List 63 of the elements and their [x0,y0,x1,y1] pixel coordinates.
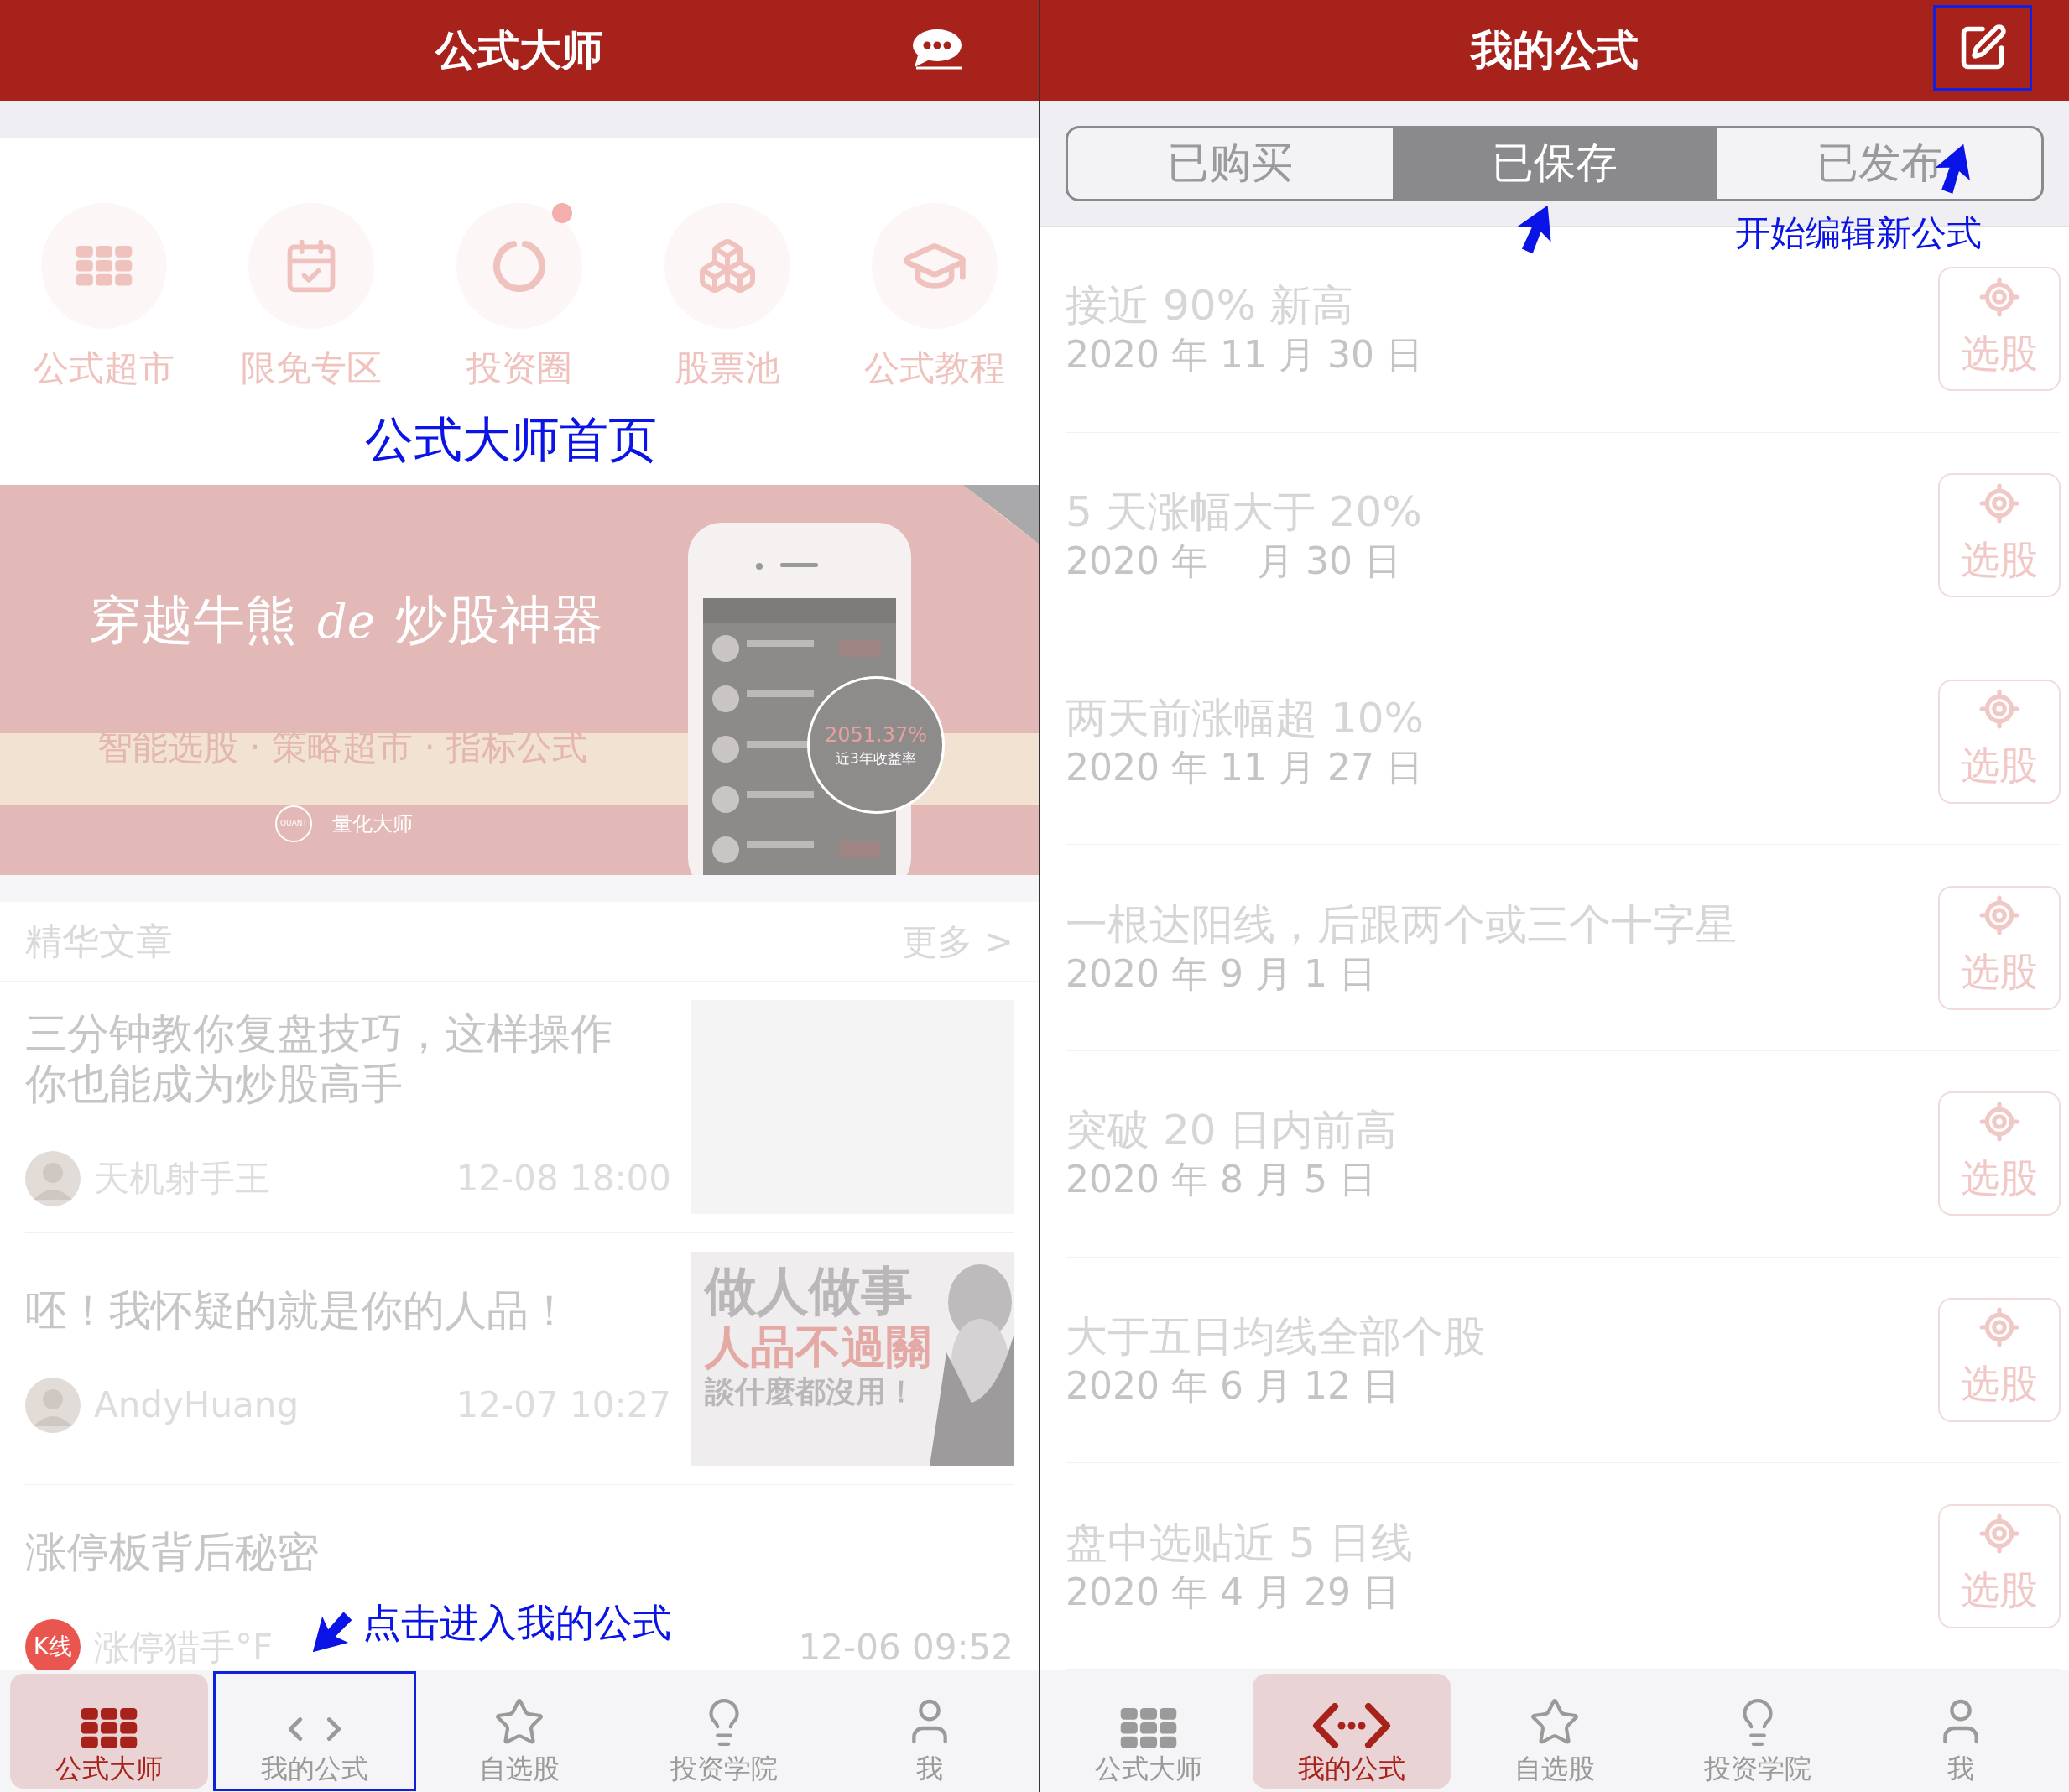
segment-tab[interactable]: 已保存 [1392,128,1717,199]
tab-bar-item[interactable]: 投资学院 [1659,1674,1857,1789]
annotation-caption: 开始编辑新公式 [1735,211,1982,255]
crosshair-icon [1978,1513,2020,1555]
formula-date: 2020 年 6 月 12 日 [1066,1367,1400,1404]
brand-name: 量化大师 [332,811,413,837]
select-stocks-button[interactable]: 选股 [1938,267,2061,392]
select-stocks-button[interactable]: 选股 [1938,1297,2061,1422]
shortcut-button[interactable]: 公式超市 [0,203,208,386]
crosshair-icon [1978,894,2020,936]
formula-date: 2020 年 8 月 5 日 [1066,1161,1377,1199]
select-stocks-button[interactable]: 选股 [1938,679,2061,804]
edit-button[interactable] [1933,5,2032,91]
shortcut-button[interactable]: 投资圈 [415,203,623,386]
crosshair-icon [1978,482,2020,524]
shortcut-button[interactable]: 限免专区 [207,203,416,386]
formula-date: 2020 年 11 月 27 日 [1066,748,1424,786]
tab-bar-item[interactable]: 投资学院 [625,1674,824,1789]
formula-date: 2020 年 9 月 1 日 [1066,955,1377,992]
article-title: 呸！我怀疑的就是你的人品！ [25,1284,571,1336]
crosshair-icon [1978,275,2020,318]
crosshair-icon [1978,1100,2020,1143]
crosshair-icon [1978,1306,2020,1349]
grid-icon [1118,1708,1179,1748]
formula-date: 2020 年 11 月 30 日 [1066,336,1424,374]
crosshair-icon [1978,688,2020,731]
header-title: 公式大师 [435,24,603,76]
tab-bar-item[interactable]: 我 [830,1674,1029,1789]
shortcut-button[interactable]: 公式教程 [831,203,1039,386]
segment-tab[interactable]: 已购买 [1068,128,1393,199]
banner-headline: 炒股神器 [395,594,603,646]
avatar-badge: K线 [25,1619,81,1670]
code-brackets-icon [1311,1703,1392,1748]
annotation-caption: 公式大师首页 [365,409,657,470]
select-stocks-button[interactable]: 选股 [1938,1091,2061,1216]
annotation-caption: 点击进入我的公式 [362,1599,671,1647]
banner-headline: 穿越牛熊 [89,594,297,646]
article-title: 涨停板背后秘密 [25,1527,320,1577]
tab-bar-item[interactable]: 公式大师 [1050,1674,1248,1789]
tab-bar-item[interactable]: 我 [1862,1674,2060,1789]
formula-date: 2020 年 月 30 日 [1066,543,1402,581]
select-stocks-button[interactable]: 选股 [1938,473,2061,598]
formula-date: 2020 年 4 月 29 日 [1066,1573,1400,1611]
tab-bar-item[interactable]: 自选股 [420,1674,618,1789]
stat-label: 近3年收益率 [836,751,916,766]
tab-bar-item[interactable]: 我的公式 [215,1674,414,1789]
shortcut-button[interactable]: 股票池 [623,203,831,386]
avatar [25,1150,81,1206]
segment-tab[interactable]: 已发布 [1717,128,2041,199]
ring-icon [492,238,547,294]
select-stocks-button[interactable]: 选股 [1938,1503,2061,1628]
banner-headline: de [317,598,375,645]
tab-bar-item[interactable]: 我的公式 [1253,1674,1451,1789]
thumbnail-text: 人品不過關 [705,1324,931,1369]
select-stocks-button[interactable]: 选股 [1938,885,2061,1010]
chat-bubble-icon[interactable] [911,29,963,70]
article-title: 三分钟教你复盘技巧，这样操作你也能成为炒股高手 [25,1008,613,1109]
tab-bar-item[interactable]: 公式大师 [10,1674,209,1789]
avatar [25,1377,81,1433]
stat-value: 2051.37% [824,724,928,745]
brand-logo: QUANT [275,805,312,842]
header-title: 我的公式 [1471,24,1639,76]
tab-bar-item[interactable]: 自选股 [1456,1674,1654,1789]
